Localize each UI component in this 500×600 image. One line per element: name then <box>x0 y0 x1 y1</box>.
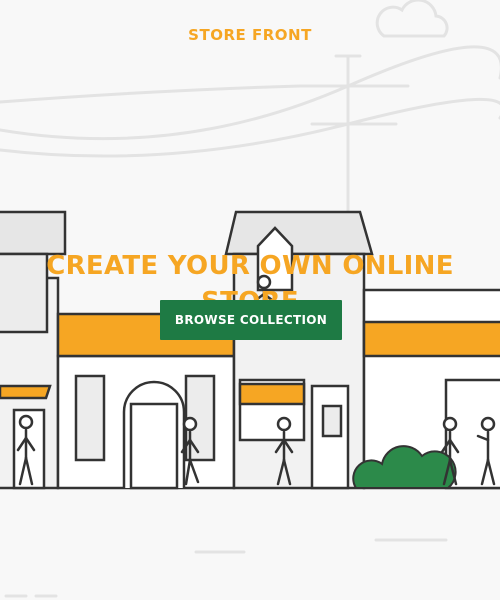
browse-collection-button[interactable]: BROWSE COLLECTION <box>160 300 342 340</box>
foreground-sketch <box>4 538 448 598</box>
brand-logo-link[interactable]: STORE FRONT <box>0 26 500 44</box>
power-wire <box>0 45 500 141</box>
building-center <box>56 312 236 490</box>
hero-page: STORE FRONT CREATE YOUR OWN ONLINE STORE… <box>0 0 500 600</box>
